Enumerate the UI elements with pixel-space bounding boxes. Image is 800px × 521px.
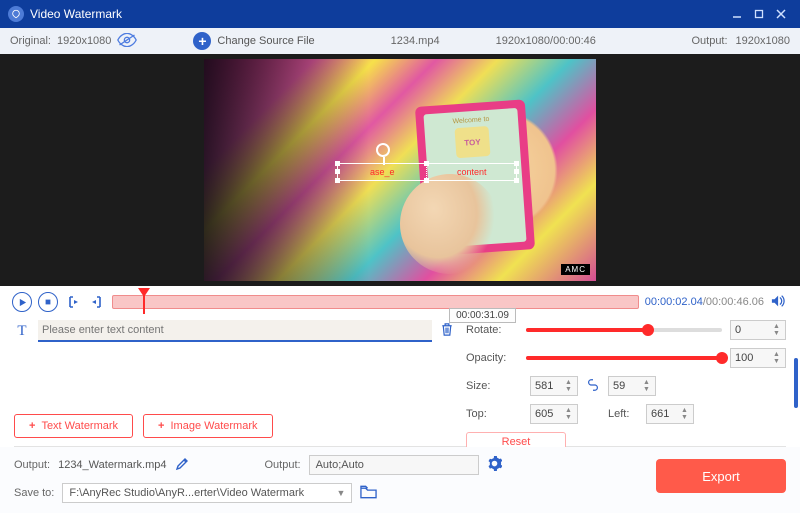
- output-format-select[interactable]: Auto;Auto: [309, 455, 479, 475]
- top-label: Top:: [466, 408, 518, 420]
- watermark-sel-left: ase_e: [370, 167, 395, 177]
- size-width-text: 581: [535, 380, 553, 392]
- output-label: Output:: [691, 35, 727, 47]
- text-icon: T: [14, 323, 30, 340]
- spin-up-icon[interactable]: ▲: [565, 407, 575, 414]
- chevron-down-icon: ▼: [336, 488, 345, 498]
- maximize-button[interactable]: [748, 3, 770, 25]
- spin-up-icon[interactable]: ▲: [773, 323, 783, 330]
- rotate-handle-icon[interactable]: [376, 143, 390, 157]
- rotate-slider[interactable]: [526, 328, 722, 332]
- spin-up-icon[interactable]: ▲: [643, 379, 653, 386]
- top-value-text: 605: [535, 408, 553, 420]
- link-aspect-icon[interactable]: [586, 379, 600, 394]
- spin-down-icon[interactable]: ▼: [773, 358, 783, 365]
- playhead-icon[interactable]: [138, 288, 150, 297]
- save-path-select[interactable]: F:\AnyRec Studio\AnyR...erter\Video Wate…: [62, 483, 352, 503]
- text-panel: T + Text Watermark + Image Watermark: [14, 320, 456, 446]
- size-height[interactable]: 59 ▲▼: [608, 376, 656, 396]
- spin-down-icon[interactable]: ▼: [681, 414, 691, 421]
- play-button[interactable]: [12, 292, 32, 312]
- opacity-label: Opacity:: [466, 352, 518, 364]
- left-value-text: 661: [651, 408, 669, 420]
- output-settings-button[interactable]: [487, 456, 502, 474]
- minimize-button[interactable]: [726, 3, 748, 25]
- spin-up-icon[interactable]: ▲: [773, 351, 783, 358]
- change-source-button[interactable]: + Change Source File: [193, 32, 314, 50]
- app-title: Video Watermark: [30, 7, 122, 21]
- watermark-text-input[interactable]: [38, 320, 432, 342]
- size-width[interactable]: 581 ▲▼: [530, 376, 578, 396]
- card-welcome: Welcome to: [452, 116, 489, 126]
- output-resolution: 1920x1080: [736, 35, 790, 47]
- video-stage: Welcome to TOY amc ase_e content: [0, 54, 800, 286]
- delete-text-button[interactable]: [440, 322, 456, 340]
- properties-panel: Rotate: 0 ▲▼ Opacity: 100 ▲▼ Size: 581: [466, 320, 786, 446]
- info-toolbar: Original: 1920x1080 + Change Source File…: [0, 28, 800, 54]
- mark-out-button[interactable]: [88, 292, 106, 312]
- footer: Output: 1234_Watermark.mp4 Output: Auto;…: [0, 447, 800, 513]
- opacity-value-text: 100: [735, 352, 753, 364]
- stop-button[interactable]: [38, 292, 58, 312]
- time-duration: /00:00:46.06: [703, 296, 764, 308]
- spin-down-icon[interactable]: ▼: [565, 386, 575, 393]
- mid-panels: T + Text Watermark + Image Watermark Rot…: [0, 316, 800, 446]
- add-image-watermark-button[interactable]: + Image Watermark: [143, 414, 272, 438]
- spin-down-icon[interactable]: ▼: [643, 386, 653, 393]
- source-res-time: 1920x1080/00:00:46: [496, 35, 596, 47]
- save-to-label: Save to:: [14, 487, 54, 499]
- opacity-value[interactable]: 100 ▲▼: [730, 348, 786, 368]
- rotate-value-text: 0: [735, 324, 741, 336]
- plus-icon: +: [158, 420, 164, 432]
- close-button[interactable]: [770, 3, 792, 25]
- rotate-label: Rotate:: [466, 324, 518, 336]
- output-format-label: Output:: [265, 459, 301, 471]
- output-filename: 1234_Watermark.mp4: [58, 459, 166, 471]
- output-format-text: Auto;Auto: [316, 459, 364, 471]
- size-label: Size:: [466, 380, 518, 392]
- left-label: Left:: [608, 408, 638, 420]
- add-text-watermark-button[interactable]: + Text Watermark: [14, 414, 133, 438]
- save-path-text: F:\AnyRec Studio\AnyR...erter\Video Wate…: [69, 487, 304, 499]
- amc-badge: amc: [561, 264, 590, 275]
- size-height-text: 59: [613, 380, 625, 392]
- spin-up-icon[interactable]: ▲: [565, 379, 575, 386]
- left-value[interactable]: 661 ▲▼: [646, 404, 694, 424]
- titlebar: Video Watermark: [0, 0, 800, 28]
- source-filename: 1234.mp4: [391, 35, 440, 47]
- open-folder-button[interactable]: [360, 485, 377, 502]
- playback-controls: 00:00:31.09 00:00:02.04/00:00:46.06: [0, 286, 800, 316]
- mark-in-button[interactable]: [64, 292, 82, 312]
- top-value[interactable]: 605 ▲▼: [530, 404, 578, 424]
- time-current: 00:00:02.04: [645, 296, 703, 308]
- original-resolution: 1920x1080: [57, 35, 111, 47]
- rotate-value[interactable]: 0 ▲▼: [730, 320, 786, 340]
- preview-toggle-icon[interactable]: [117, 33, 137, 50]
- timeline[interactable]: 00:00:31.09: [112, 292, 639, 312]
- watermark-selection[interactable]: ase_e content: [337, 163, 517, 181]
- card-brand: TOY: [464, 137, 481, 147]
- export-button[interactable]: Export: [656, 459, 786, 493]
- output-file-label: Output:: [14, 459, 50, 471]
- original-label: Original:: [10, 35, 51, 47]
- plus-icon: +: [29, 420, 35, 432]
- properties-scrollbar[interactable]: [794, 320, 798, 446]
- volume-button[interactable]: [770, 294, 788, 311]
- plus-icon: +: [193, 32, 211, 50]
- app-logo: [8, 6, 24, 22]
- rename-output-button[interactable]: [175, 457, 189, 474]
- text-watermark-label: Text Watermark: [41, 420, 118, 432]
- time-display: 00:00:02.04/00:00:46.06: [645, 296, 764, 308]
- spin-up-icon[interactable]: ▲: [681, 407, 691, 414]
- video-preview[interactable]: Welcome to TOY amc ase_e content: [204, 59, 596, 281]
- change-source-label: Change Source File: [217, 35, 314, 47]
- opacity-slider[interactable]: [526, 356, 722, 360]
- watermark-sel-right: content: [457, 167, 487, 177]
- spin-down-icon[interactable]: ▼: [565, 414, 575, 421]
- spin-down-icon[interactable]: ▼: [773, 330, 783, 337]
- image-watermark-label: Image Watermark: [170, 420, 257, 432]
